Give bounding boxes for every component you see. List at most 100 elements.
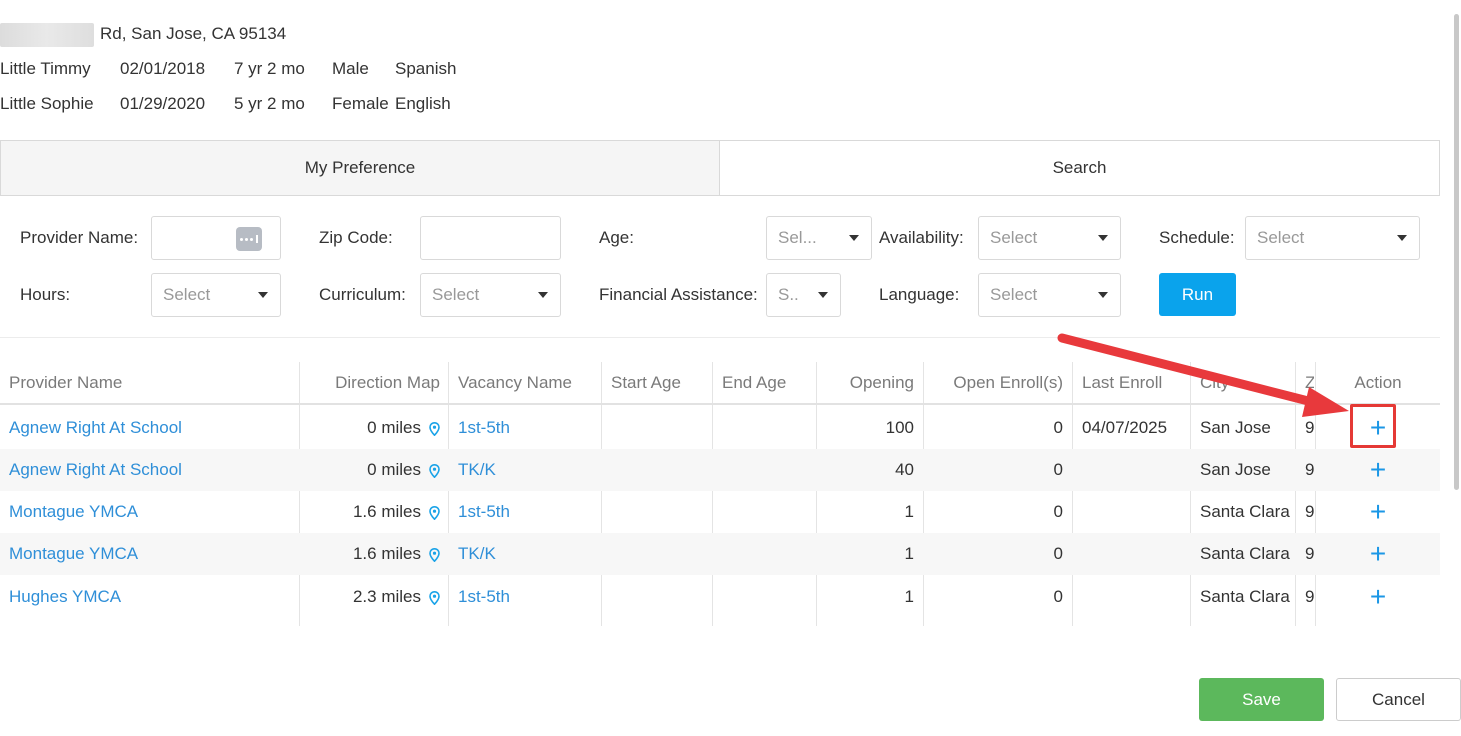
city-cell: San Jose	[1200, 418, 1271, 437]
table-row: Montague YMCA 1.6 miles TK/K 1 0 Santa Clara 9…	[0, 533, 1440, 575]
zip-cell: 9	[1305, 586, 1314, 606]
vacancy-name-link[interactable]: TK/K	[458, 533, 598, 575]
city-cell: Santa Clara	[1200, 586, 1290, 606]
curriculum-label: Curriculum:	[319, 285, 406, 304]
save-button[interactable]: Save	[1199, 678, 1324, 721]
header-open-enrolls[interactable]: Open Enroll(s)	[924, 362, 1063, 403]
age-select[interactable]: Sel...	[766, 216, 872, 260]
start-age-cell	[611, 407, 711, 449]
zip-cell: 9	[1305, 544, 1314, 563]
map-pin-icon[interactable]	[429, 547, 440, 563]
city-cell: Santa Clara	[1200, 502, 1290, 521]
availability-label: Availability:	[879, 228, 964, 247]
availability-select[interactable]: Select	[978, 216, 1121, 260]
hours-label: Hours:	[20, 285, 71, 304]
header-action: Action	[1354, 372, 1402, 392]
start-age-cell	[611, 575, 711, 618]
caret-down-icon	[1397, 235, 1407, 241]
address-line: Rd, San Jose, CA 95134	[0, 20, 456, 55]
child-name: Little Sophie	[0, 94, 94, 113]
header-zip[interactable]: Z	[1305, 362, 1314, 403]
child-age: 7 yr 2 mo	[234, 59, 305, 78]
header-opening[interactable]: Opening	[817, 362, 914, 403]
vacancy-name-link[interactable]: 1st-5th	[458, 491, 598, 533]
caret-down-icon	[1098, 235, 1108, 241]
provider-name-label: Provider Name:	[20, 228, 139, 247]
curriculum-select[interactable]: Select	[420, 273, 561, 317]
hours-select[interactable]: Select	[151, 273, 281, 317]
more-dots-icon[interactable]	[236, 227, 262, 251]
open-enrolls-cell: 0	[1053, 502, 1063, 521]
caret-down-icon	[1098, 292, 1108, 298]
age-select-value: Sel...	[778, 228, 817, 247]
end-age-cell	[722, 533, 812, 575]
schedule-select[interactable]: Select	[1245, 216, 1420, 260]
city-cell: Santa Clara	[1200, 544, 1290, 563]
hours-select-value: Select	[163, 285, 211, 304]
opening-cell: 1	[904, 586, 914, 606]
header-provider-name[interactable]: Provider Name	[9, 362, 294, 403]
page-scrollbar-thumb[interactable]	[1454, 14, 1459, 490]
end-age-cell	[722, 449, 812, 491]
end-age-cell	[722, 575, 812, 618]
start-age-cell	[611, 533, 711, 575]
child-name: Little Timmy	[0, 59, 91, 78]
child-dob: 01/29/2020	[120, 94, 206, 113]
direction-map-cell[interactable]: 2.3 miles	[300, 575, 440, 618]
zip-code-label: Zip Code:	[319, 228, 393, 247]
header-vacancy-name[interactable]: Vacancy Name	[458, 362, 598, 403]
open-enrolls-cell: 0	[1053, 460, 1063, 479]
direction-map-cell[interactable]: 0 miles	[300, 449, 440, 491]
provider-name-link[interactable]: Montague YMCA	[9, 491, 294, 533]
provider-name-link[interactable]: Agnew Right At School	[9, 449, 294, 491]
caret-down-icon	[849, 235, 859, 241]
tab-my-preference[interactable]: My Preference	[1, 141, 720, 195]
distance-text: 2.3 miles	[352, 586, 421, 606]
city-cell: San Jose	[1200, 460, 1271, 479]
action-cell: +	[1316, 449, 1440, 491]
financial-assistance-select-value: S..	[778, 285, 799, 304]
tab-search[interactable]: Search	[720, 141, 1439, 195]
provider-name-link[interactable]: Hughes YMCA	[9, 575, 294, 618]
map-pin-icon[interactable]	[429, 421, 440, 437]
header-end-age[interactable]: End Age	[722, 362, 812, 403]
plus-icon[interactable]: +	[1370, 540, 1386, 568]
zip-cell: 9	[1305, 460, 1314, 479]
provider-name-link[interactable]: Montague YMCA	[9, 533, 294, 575]
map-pin-icon[interactable]	[429, 463, 440, 479]
cancel-button[interactable]: Cancel	[1336, 678, 1461, 721]
direction-map-cell[interactable]: 1.6 miles	[300, 491, 440, 533]
direction-map-cell[interactable]: 1.6 miles	[300, 533, 440, 575]
open-enrolls-cell: 0	[1053, 586, 1063, 606]
end-age-cell	[722, 407, 812, 449]
zip-cell: 9	[1305, 418, 1314, 437]
map-pin-icon[interactable]	[429, 590, 440, 605]
plus-icon[interactable]: +	[1370, 498, 1386, 526]
plus-icon[interactable]: +	[1370, 582, 1386, 611]
vacancy-name-link[interactable]: TK/K	[458, 449, 598, 491]
plus-icon[interactable]: +	[1370, 456, 1386, 484]
child-language: English	[395, 94, 451, 113]
header-city[interactable]: City	[1200, 362, 1293, 403]
opening-cell: 1	[904, 502, 914, 521]
financial-assistance-label: Financial Assistance:	[599, 285, 758, 304]
caret-down-icon	[818, 292, 828, 298]
provider-name-input[interactable]	[151, 216, 281, 260]
zip-code-input[interactable]	[420, 216, 561, 260]
header-start-age[interactable]: Start Age	[611, 362, 711, 403]
header-direction-map[interactable]: Direction Map	[300, 362, 440, 403]
header-last-enroll[interactable]: Last Enroll	[1082, 362, 1188, 403]
financial-assistance-select[interactable]: S..	[766, 273, 841, 317]
provider-name-link[interactable]: Agnew Right At School	[9, 407, 294, 449]
age-label: Age:	[599, 228, 634, 247]
direction-map-cell[interactable]: 0 miles	[300, 407, 440, 449]
address-text: Rd, San Jose, CA 95134	[100, 24, 287, 43]
vacancy-name-link[interactable]: 1st-5th	[458, 575, 598, 618]
opening-cell: 40	[895, 460, 914, 479]
table-row: Agnew Right At School 0 miles 1st-5th 100 0 0…	[0, 407, 1440, 449]
map-pin-icon[interactable]	[429, 505, 440, 521]
vacancy-name-link[interactable]: 1st-5th	[458, 407, 598, 449]
open-enrolls-cell: 0	[1053, 418, 1063, 437]
run-button[interactable]: Run	[1159, 273, 1236, 316]
language-select[interactable]: Select	[978, 273, 1121, 317]
